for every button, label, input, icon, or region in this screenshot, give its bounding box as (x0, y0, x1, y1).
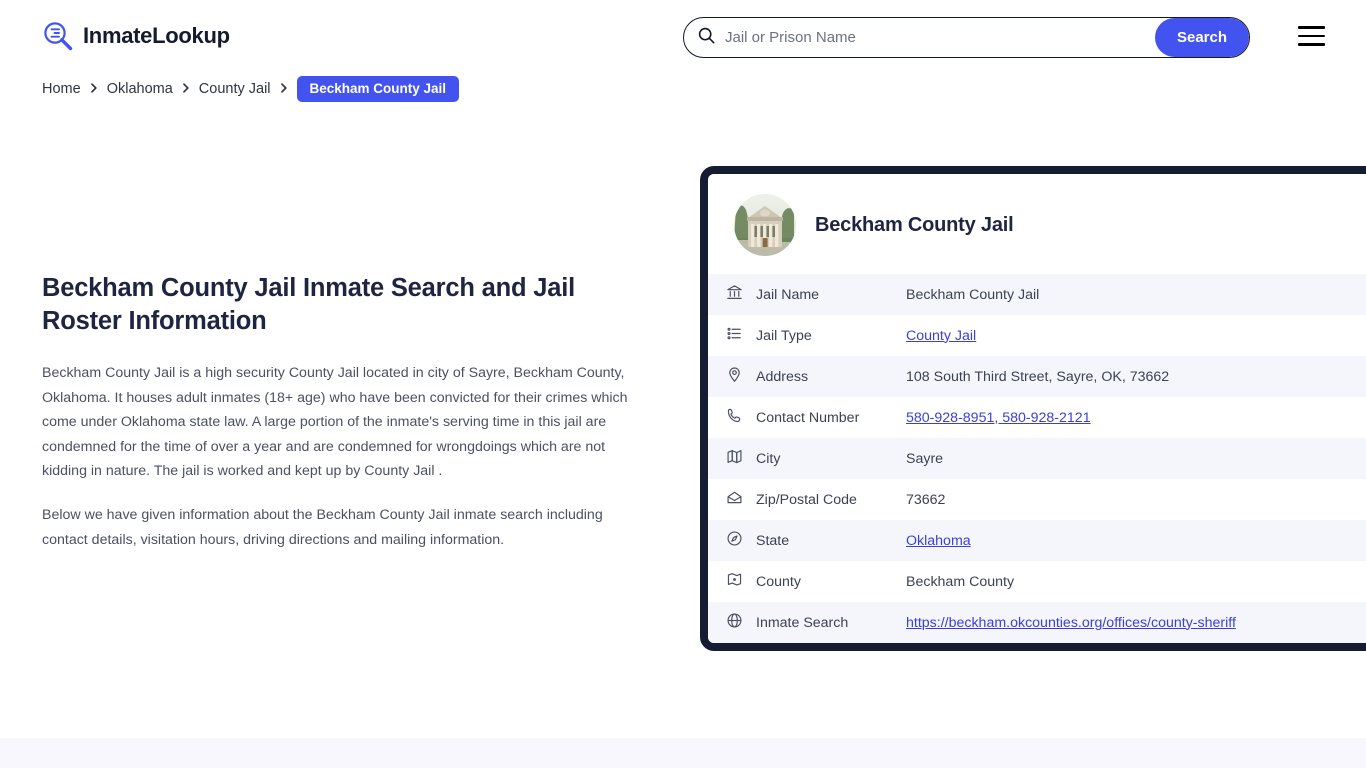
search-icon (684, 27, 715, 49)
row-label: Jail Name (756, 286, 820, 303)
table-row: Jail Name Beckham County Jail (708, 274, 1366, 315)
hamburger-line (1298, 43, 1325, 46)
table-row: State Oklahoma (708, 520, 1366, 561)
row-value: Beckham County (906, 573, 1015, 590)
row-value-link[interactable]: https://beckham.okcounties.org/offices/c… (906, 615, 1236, 631)
breadcrumb: Home Oklahoma County Jail Beckham County… (42, 76, 460, 102)
row-value: Beckham County Jail (906, 286, 1040, 303)
row-value: Sayre (906, 450, 944, 467)
jail-info-card: Beckham County Jail Jail Name Beckham Co… (700, 166, 1366, 651)
row-label: Contact Number (756, 409, 860, 426)
card-title: Beckham County Jail (815, 213, 1014, 236)
row-label: Address (756, 368, 809, 385)
hamburger-line (1298, 34, 1325, 38)
row-label: County (756, 573, 801, 590)
article-column: Beckham County Jail Inmate Search and Ja… (42, 272, 642, 572)
courthouse-photo (734, 194, 796, 256)
page-title: Beckham County Jail Inmate Search and Ja… (42, 274, 575, 335)
row-value-link[interactable]: 580-928-8951, 580-928-2121 (906, 410, 1091, 426)
phone-icon (726, 407, 756, 428)
county-icon (726, 571, 756, 592)
compass-icon (726, 530, 756, 551)
row-value: 108 South Third Street, Sayre, OK, 73662 (906, 368, 1170, 385)
table-row: Jail Type County Jail (708, 315, 1366, 356)
table-row: Zip/Postal Code 73662 (708, 479, 1366, 520)
search-input[interactable] (715, 18, 1155, 57)
table-row: County Beckham County (708, 561, 1366, 602)
row-label: Inmate Search (756, 614, 849, 631)
logo-text: InmateLookup (83, 23, 230, 48)
table-row: Address 108 South Third Street, Sayre, O… (708, 356, 1366, 397)
search-bar[interactable]: Search (683, 17, 1250, 58)
map-icon (726, 448, 756, 469)
row-value-link[interactable]: Oklahoma (906, 533, 971, 549)
row-value-link[interactable]: County Jail (906, 328, 976, 344)
row-label: Zip/Postal Code (756, 491, 857, 508)
card-header: Beckham County Jail (708, 174, 1366, 274)
intro-paragraph: Beckham County Jail is a high security C… (42, 365, 628, 479)
breadcrumb-item-oklahoma[interactable]: Oklahoma (107, 81, 173, 97)
map-pin-icon (726, 366, 756, 387)
table-row: Contact Number 580-928-8951, 580-928-212… (708, 397, 1366, 438)
envelope-icon (726, 489, 756, 510)
chevron-right-icon (89, 81, 99, 97)
globe-icon (726, 612, 756, 633)
row-value: 73662 (906, 491, 946, 508)
table-row: Inmate Search https://beckham.okcounties… (708, 602, 1366, 643)
chevron-right-icon (181, 81, 191, 97)
list-icon (726, 325, 756, 346)
breadcrumb-item-current: Beckham County Jail (296, 76, 460, 102)
chevron-right-icon (279, 81, 289, 97)
secondary-paragraph: Below we have given information about th… (42, 507, 603, 548)
row-label: State (756, 532, 790, 549)
table-row: City Sayre (708, 438, 1366, 479)
search-button[interactable]: Search (1155, 18, 1249, 57)
site-header: InmateLookup Search (0, 0, 1366, 74)
row-label: Jail Type (756, 327, 812, 344)
magnifier-list-icon (42, 20, 74, 52)
row-label: City (756, 450, 781, 467)
hamburger-menu-icon[interactable] (1298, 26, 1325, 46)
bank-icon (726, 284, 756, 305)
site-logo[interactable]: InmateLookup (42, 20, 230, 52)
footer-band (0, 738, 1366, 768)
hamburger-line (1298, 26, 1325, 29)
breadcrumb-item-county-jail[interactable]: County Jail (199, 81, 271, 97)
breadcrumb-item-home[interactable]: Home (42, 81, 81, 97)
jail-detail-table: Jail Name Beckham County Jail Jail Type … (708, 274, 1366, 643)
